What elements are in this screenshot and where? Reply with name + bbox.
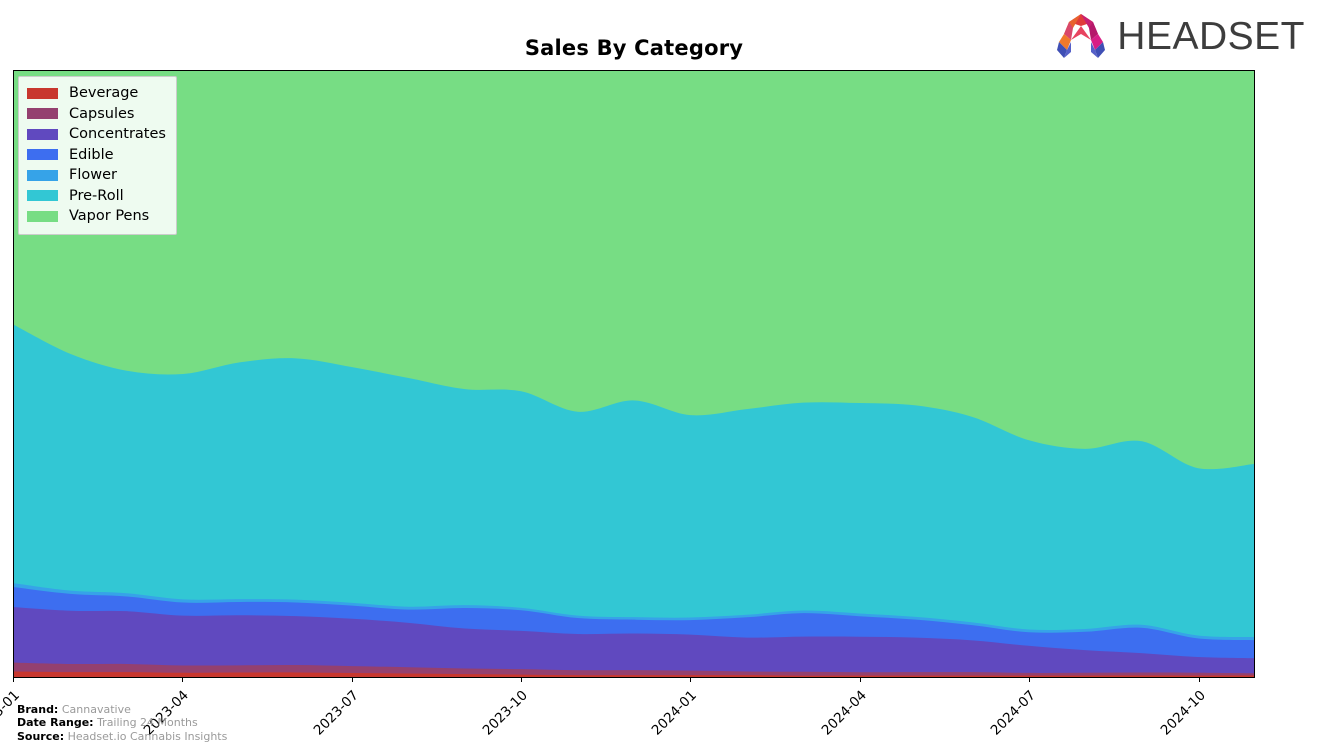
x-axis-tick: [13, 678, 14, 682]
x-axis-tick: [521, 678, 523, 682]
footer-brand-key: Brand:: [17, 702, 59, 716]
legend-swatch-icon: [27, 128, 58, 140]
legend-item-label: Flower: [69, 167, 117, 183]
legend-item-edible[interactable]: Edible: [27, 145, 166, 166]
legend-item-label: Vapor Pens: [69, 208, 150, 224]
x-axis-tick-label: 2024-10: [1157, 687, 1209, 739]
legend-item-vapor-pens[interactable]: Vapor Pens: [27, 206, 166, 227]
footer-brand-row: Brand: Cannavative: [17, 703, 227, 717]
legend-item-concentrates[interactable]: Concentrates: [27, 124, 166, 145]
footer-source-value: Headset.io Cannabis Insights: [67, 729, 228, 743]
legend-item-label: Concentrates: [69, 126, 166, 142]
x-axis-tick-label: 2024-04: [818, 687, 870, 739]
legend-item-capsules[interactable]: Capsules: [27, 104, 166, 125]
x-axis-tick-label: 2024-07: [987, 687, 1040, 739]
logo-wordmark: HEADSET: [1117, 14, 1305, 58]
x-axis-tick: [182, 678, 184, 682]
headset-logo: HEADSET: [1053, 12, 1305, 60]
x-axis-tick-label: 2024-01: [649, 687, 701, 739]
footer-source-row: Source: Headset.io Cannabis Insights: [17, 730, 227, 744]
x-axis-tick: [859, 678, 861, 682]
stacked-area-chart: [14, 71, 1254, 677]
legend-item-beverage[interactable]: Beverage: [27, 83, 166, 104]
legend-swatch-icon: [27, 169, 58, 181]
chart-legend[interactable]: Beverage Capsules Concentrates Edible Flower…: [18, 76, 177, 235]
x-axis-tick: [1029, 678, 1031, 682]
footer-date-range-value: Trailing 24 Months: [97, 716, 198, 729]
plot-area: [13, 70, 1255, 678]
legend-item-label: Capsules: [69, 105, 135, 122]
x-axis-tick: [351, 678, 353, 682]
chart-figure: Sales By Category HEADSET Beverage Capsul…: [0, 0, 1317, 748]
legend-item-label: Beverage: [69, 85, 139, 101]
chart-footer: Brand: Cannavative Date Range: Trailing …: [17, 703, 227, 744]
legend-swatch-icon: [27, 210, 58, 222]
footer-source-key: Source:: [17, 729, 65, 743]
legend-item-pre-roll[interactable]: Pre-Roll: [27, 186, 166, 207]
x-axis-tick: [690, 678, 692, 682]
x-axis-tick: [1198, 678, 1200, 682]
legend-swatch-icon: [27, 87, 58, 99]
legend-swatch-icon: [27, 108, 58, 120]
legend-item-label: Edible: [69, 146, 114, 163]
legend-item-label: Pre-Roll: [69, 187, 124, 204]
legend-item-flower[interactable]: Flower: [27, 165, 166, 186]
footer-date-range-row: Date Range: Trailing 24 Months: [17, 716, 227, 730]
footer-brand-value: Cannavative: [61, 702, 131, 716]
legend-swatch-icon: [27, 190, 58, 202]
x-axis-tick-label: 2023-07: [310, 687, 362, 739]
x-axis-tick-label: 2023-10: [479, 687, 531, 739]
footer-date-range-key: Date Range:: [17, 716, 94, 729]
headset-arch-logo-icon: [1057, 14, 1106, 58]
legend-swatch-icon: [27, 149, 58, 161]
